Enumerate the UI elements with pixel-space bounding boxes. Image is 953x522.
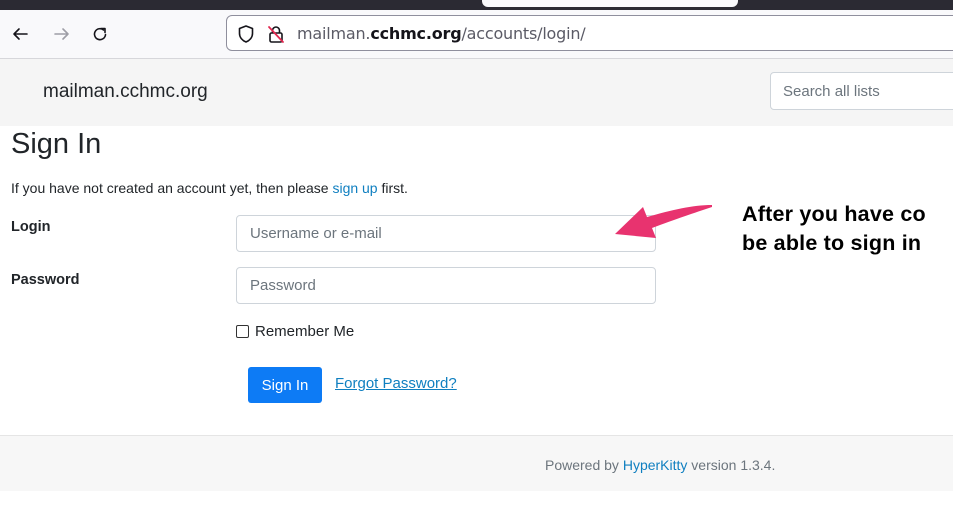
login-input[interactable] (236, 215, 656, 252)
login-label: Login (11, 219, 51, 235)
url-text: mailman.cchmc.org/accounts/login/ (297, 24, 586, 44)
search-input[interactable] (770, 72, 953, 110)
password-label: Password (11, 272, 80, 288)
site-header: mailman.cchmc.org (0, 59, 953, 126)
annotation-line-1: After you have co (742, 202, 926, 226)
sign-in-button[interactable]: Sign In (248, 367, 322, 403)
annotation-line-2: be able to sign in (742, 231, 922, 255)
remember-me-checkbox[interactable] (236, 325, 249, 338)
remember-me-label[interactable]: Remember Me (255, 323, 354, 340)
insecure-lock-icon[interactable] (267, 24, 285, 49)
url-path: /accounts/login/ (461, 24, 586, 43)
sign-up-link[interactable]: sign up (332, 180, 377, 196)
signup-intro-text: If you have not created an account yet, … (11, 180, 408, 196)
browser-tab-strip (0, 0, 953, 10)
page-title: Sign In (11, 128, 102, 160)
intro-before: If you have not created an account yet, … (11, 180, 333, 196)
forgot-password-link[interactable]: Forgot Password? (335, 375, 457, 392)
password-input[interactable] (236, 267, 656, 304)
remember-me-row[interactable]: Remember Me (236, 323, 354, 340)
powered-by-before: Powered by (545, 457, 623, 473)
pink-arrow-icon (615, 205, 712, 238)
shield-icon[interactable] (237, 24, 255, 49)
active-browser-tab[interactable] (482, 0, 738, 7)
back-arrow-icon[interactable] (8, 22, 32, 46)
powered-by-after: version 1.3.4. (687, 457, 776, 473)
forward-arrow-icon[interactable] (50, 22, 74, 46)
site-brand[interactable]: mailman.cchmc.org (43, 81, 208, 103)
url-domain: cchmc.org (370, 24, 462, 43)
reload-icon[interactable] (88, 22, 112, 46)
address-bar[interactable]: mailman.cchmc.org/accounts/login/ (226, 15, 953, 51)
annotation-callout: After you have co be able to sign in (742, 200, 926, 258)
browser-toolbar: mailman.cchmc.org/accounts/login/ (0, 10, 953, 59)
url-prefix: mailman. (297, 24, 371, 43)
page-footer: Powered by HyperKitty version 1.3.4. (0, 435, 953, 491)
hyperkitty-link[interactable]: HyperKitty (623, 457, 688, 473)
powered-by-text: Powered by HyperKitty version 1.3.4. (545, 457, 775, 473)
intro-after: first. (377, 180, 408, 196)
